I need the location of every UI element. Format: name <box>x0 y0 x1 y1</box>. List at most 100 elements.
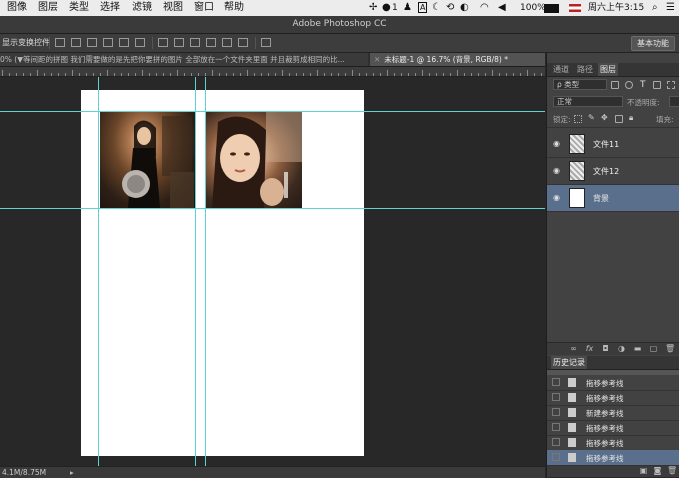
layer-style-icon[interactable]: fx <box>585 345 594 353</box>
menu-image[interactable]: 图像 <box>7 2 27 14</box>
status-menu-arrow-icon[interactable]: ▸ <box>70 467 74 478</box>
history-checkbox[interactable] <box>552 423 560 431</box>
align-top-icon[interactable] <box>55 38 65 47</box>
history-item[interactable]: 拖移参考线 <box>547 435 679 451</box>
wifi-icon[interactable]: ◠ <box>480 2 489 14</box>
distribute-left-icon[interactable] <box>206 38 216 47</box>
new-document-icon[interactable]: ▣ <box>639 467 648 475</box>
link-layers-icon[interactable]: ∞ <box>569 345 578 353</box>
history-item[interactable]: 拖移参考线 <box>547 420 679 436</box>
battery-icon[interactable] <box>544 4 559 13</box>
horizontal-guide[interactable] <box>0 208 545 209</box>
opacity-field[interactable] <box>669 96 679 107</box>
distribute-vcenter-icon[interactable] <box>174 38 184 47</box>
tab-document-1[interactable]: 0% (▼等间距的拼图 我们需要做的是先把你要拼的图片 全部放在一个文件夹里面 … <box>0 53 368 66</box>
delete-layer-icon[interactable]: 🗑︎ <box>665 345 675 353</box>
vertical-guide[interactable] <box>98 77 99 466</box>
volume-icon[interactable]: ◀ <box>498 2 506 14</box>
align-vcenter-icon[interactable] <box>71 38 81 47</box>
search-icon[interactable]: ⌕ <box>652 2 658 14</box>
photo-layer-2[interactable] <box>206 112 302 208</box>
menu-help[interactable]: 帮助 <box>224 2 244 14</box>
flag-icon[interactable] <box>569 4 581 12</box>
history-item-selected[interactable]: 拖移参考线 <box>547 450 679 466</box>
essentials-button[interactable]: 基本功能 <box>631 36 675 51</box>
wechat-icon[interactable]: ● <box>382 2 391 14</box>
menu-filter[interactable]: 滤镜 <box>132 2 152 14</box>
history-checkbox[interactable] <box>552 393 560 401</box>
lock-artboard-icon[interactable] <box>615 115 623 123</box>
show-transform-label[interactable]: 显示变换控件 <box>2 37 50 48</box>
sync-icon[interactable]: ⟲ <box>446 2 454 14</box>
circle-icon[interactable]: ◐ <box>460 2 469 14</box>
clock[interactable]: 周六上午3:15 <box>588 2 644 14</box>
menu-view[interactable]: 视图 <box>163 2 183 14</box>
shape-filter-icon[interactable] <box>653 81 661 89</box>
visibility-eye-icon[interactable]: ◉ <box>553 167 560 175</box>
distribute-hcenter-icon[interactable] <box>222 38 232 47</box>
tab-document-2[interactable]: ✕ 未标题-1 @ 16.7% (背景, RGB/8) * <box>370 53 545 66</box>
blend-mode-select[interactable]: 正常 <box>553 96 623 107</box>
camera-snapshot-icon[interactable]: ◙ <box>653 467 662 475</box>
smart-filter-icon[interactable] <box>667 81 675 89</box>
align-left-icon[interactable] <box>103 38 113 47</box>
blend-row: 正常 不透明度: <box>547 94 679 110</box>
horizontal-ruler[interactable] <box>0 67 545 77</box>
input-method-icon[interactable]: A <box>418 2 428 13</box>
tab-paths[interactable]: 路径 <box>575 63 595 76</box>
photo-layer-1[interactable] <box>100 112 196 208</box>
history-item[interactable]: 新建参考线 <box>547 405 679 421</box>
add-mask-icon[interactable]: ◘ <box>601 345 610 353</box>
tab-history[interactable]: 历史记录 <box>551 356 587 369</box>
lock-transparent-icon[interactable] <box>574 115 582 123</box>
list-icon[interactable]: ☰ <box>666 2 675 14</box>
layer-name[interactable]: 背景 <box>593 193 609 204</box>
auto-align-icon[interactable] <box>261 38 271 47</box>
layer-row[interactable]: ◉ 文件11 <box>547 131 679 158</box>
pin-icon[interactable]: ✢ <box>369 2 377 14</box>
history-item[interactable]: 拖移参考线 <box>547 375 679 391</box>
lock-position-icon[interactable]: ✥ <box>601 113 608 122</box>
history-checkbox[interactable] <box>552 378 560 386</box>
adjustment-layer-icon[interactable]: ◑ <box>617 345 626 353</box>
lock-pixels-icon[interactable]: ✎ <box>588 113 595 122</box>
align-hcenter-icon[interactable] <box>119 38 129 47</box>
moon-icon[interactable]: ☾ <box>432 2 441 14</box>
menu-select[interactable]: 选择 <box>100 2 120 14</box>
new-layer-icon[interactable]: ▢ <box>649 345 658 353</box>
vertical-guide[interactable] <box>205 77 206 466</box>
history-checkbox[interactable] <box>552 438 560 446</box>
distribute-right-icon[interactable] <box>238 38 248 47</box>
visibility-eye-icon[interactable]: ◉ <box>553 194 560 202</box>
layer-row-selected[interactable]: ◉ 背景 <box>547 185 679 212</box>
layer-name[interactable]: 文件12 <box>593 166 619 177</box>
visibility-eye-icon[interactable]: ◉ <box>553 140 560 148</box>
history-item[interactable]: 拖移参考线 <box>547 390 679 406</box>
user-icon[interactable]: ♟ <box>403 2 412 14</box>
menu-window[interactable]: 窗口 <box>194 2 214 14</box>
tab-layers[interactable]: 图层 <box>598 63 618 76</box>
type-filter-icon[interactable]: T <box>640 80 646 90</box>
layer-name[interactable]: 文件11 <box>593 139 619 150</box>
history-checkbox[interactable] <box>552 453 560 461</box>
horizontal-guide[interactable] <box>0 111 545 112</box>
lock-all-icon[interactable]: 🔒︎ <box>629 113 633 123</box>
distribute-bottom-icon[interactable] <box>190 38 200 47</box>
history-checkbox[interactable] <box>552 408 560 416</box>
kind-filter-select[interactable]: ρ 类型 <box>553 79 607 90</box>
layer-row[interactable]: ◉ 文件12 <box>547 158 679 185</box>
ruler-tick <box>338 73 339 76</box>
vertical-guide[interactable] <box>195 77 196 466</box>
align-right-icon[interactable] <box>135 38 145 47</box>
close-icon[interactable]: ✕ <box>374 53 380 66</box>
new-group-icon[interactable]: ▬ <box>633 345 642 353</box>
adjustment-filter-icon[interactable] <box>625 81 633 89</box>
menu-type[interactable]: 类型 <box>69 2 89 14</box>
tab-channels[interactable]: 通道 <box>551 63 571 76</box>
menu-layer[interactable]: 图层 <box>38 2 58 14</box>
pixel-filter-icon[interactable] <box>611 81 619 89</box>
distribute-top-icon[interactable] <box>158 38 168 47</box>
align-bottom-icon[interactable] <box>87 38 97 47</box>
canvas-workspace[interactable] <box>0 77 545 466</box>
delete-history-icon[interactable]: 🗑︎ <box>667 467 677 475</box>
